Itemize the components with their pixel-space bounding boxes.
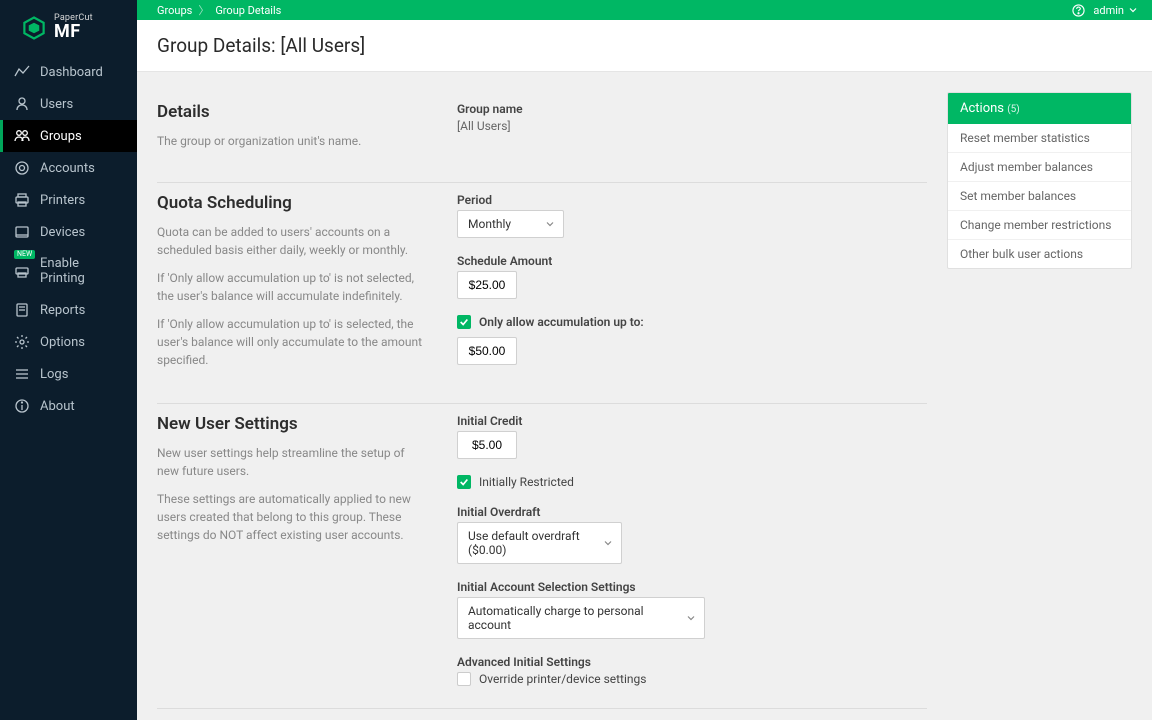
accumulation-checkbox[interactable] [457, 315, 471, 329]
initial-overdraft-label: Initial Overdraft [457, 505, 927, 519]
section-title: Details [157, 102, 427, 122]
page-title: Group Details: [All Users] [157, 34, 1132, 57]
nav-about[interactable]: About [0, 390, 137, 422]
initially-restricted-checkbox[interactable] [457, 475, 471, 489]
section-desc: Quota can be added to users' accounts on… [157, 223, 427, 259]
nav-reports[interactable]: Reports [0, 294, 137, 326]
override-printer-checkbox[interactable] [457, 672, 471, 686]
initial-overdraft-value: Use default overdraft ($0.00) [468, 529, 580, 557]
actions-count: (5) [1007, 104, 1020, 115]
nav-users[interactable]: Users [0, 88, 137, 120]
user-menu[interactable]: admin [1093, 4, 1138, 17]
nav-label: Devices [40, 225, 85, 240]
chevron-down-icon [686, 613, 696, 623]
logo: PaperCut MF [0, 0, 137, 56]
enable-printing-icon [14, 263, 30, 279]
nav-label: About [40, 399, 75, 414]
nav-label: Users [40, 97, 73, 112]
help-icon[interactable] [1072, 4, 1085, 17]
gear-icon [14, 334, 30, 350]
initial-credit-label: Initial Credit [457, 414, 927, 428]
section-new-user: New User Settings New user settings help… [157, 404, 927, 709]
users-icon [14, 96, 30, 112]
nav-devices[interactable]: Devices [0, 216, 137, 248]
breadcrumb: Groups 〉 Group Details [157, 2, 281, 18]
group-name-label: Group name [457, 102, 927, 116]
nav-groups[interactable]: Groups [0, 120, 137, 152]
breadcrumb-sep-icon: 〉 [198, 2, 209, 18]
section-title: Quota Scheduling [157, 193, 427, 213]
groups-icon [14, 128, 30, 144]
nav-dashboard[interactable]: Dashboard [0, 56, 137, 88]
nav-label: Groups [40, 129, 82, 144]
breadcrumb-current[interactable]: Group Details [215, 4, 281, 17]
printers-icon [14, 192, 30, 208]
section-details: Details The group or organization unit's… [157, 92, 927, 183]
action-set-balances[interactable]: Set member balances [948, 182, 1131, 211]
chevron-down-icon [1128, 5, 1138, 15]
actions-title: Actions [960, 101, 1004, 116]
initially-restricted-label: Initially Restricted [479, 475, 574, 489]
nav-label: Logs [40, 367, 68, 382]
actions-panel: Actions (5) Reset member statistics Adju… [947, 92, 1132, 269]
section-desc: The group or organization unit's name. [157, 132, 427, 150]
group-name-value: [All Users] [457, 119, 511, 133]
sidebar: PaperCut MF Dashboard Users Groups Accou… [0, 0, 137, 720]
accounts-icon [14, 160, 30, 176]
devices-icon [14, 224, 30, 240]
user-name: admin [1093, 4, 1124, 17]
chevron-down-icon [545, 219, 555, 229]
nav-label: Printers [40, 193, 85, 208]
action-adjust-balances[interactable]: Adjust member balances [948, 153, 1131, 182]
dashboard-icon [14, 64, 30, 80]
nav-options[interactable]: Options [0, 326, 137, 358]
schedule-amount-label: Schedule Amount [457, 254, 927, 268]
period-value: Monthly [468, 217, 511, 231]
breadcrumb-groups[interactable]: Groups [157, 4, 192, 17]
logs-icon [14, 366, 30, 382]
nav: Dashboard Users Groups Accounts Printers… [0, 56, 137, 422]
about-icon [14, 398, 30, 414]
accumulation-label: Only allow accumulation up to: [479, 315, 644, 329]
action-change-restrictions[interactable]: Change member restrictions [948, 211, 1131, 240]
account-selection-value: Automatically charge to personal account [468, 604, 644, 632]
section-desc: If 'Only allow accumulation up to' is se… [157, 315, 427, 369]
section-quota: Quota Scheduling Quota can be added to u… [157, 183, 927, 404]
period-select[interactable]: Monthly [457, 210, 564, 238]
initial-overdraft-select[interactable]: Use default overdraft ($0.00) [457, 522, 622, 564]
account-selection-select[interactable]: Automatically charge to personal account [457, 597, 705, 639]
nav-label: Options [40, 335, 85, 350]
page-header: Group Details: [All Users] [137, 20, 1152, 72]
nav-label: Reports [40, 303, 85, 318]
action-other-bulk[interactable]: Other bulk user actions [948, 240, 1131, 268]
topbar: Groups 〉 Group Details admin [137, 0, 1152, 20]
nav-label: Accounts [40, 161, 95, 176]
nav-label: Enable Printing [40, 256, 123, 286]
period-label: Period [457, 193, 927, 207]
logo-icon [20, 14, 48, 42]
nav-accounts[interactable]: Accounts [0, 152, 137, 184]
section-title: New User Settings [157, 414, 427, 434]
nav-printers[interactable]: Printers [0, 184, 137, 216]
action-reset-stats[interactable]: Reset member statistics [948, 124, 1131, 153]
advanced-initial-label: Advanced Initial Settings [457, 655, 927, 669]
reports-icon [14, 302, 30, 318]
initial-credit-input[interactable] [457, 431, 517, 459]
nav-enable-printing[interactable]: NEW Enable Printing [0, 248, 137, 294]
section-desc: New user settings help streamline the se… [157, 444, 427, 480]
nav-logs[interactable]: Logs [0, 358, 137, 390]
button-row: Cancel OK Apply [157, 709, 927, 720]
nav-label: Dashboard [40, 65, 103, 80]
accumulation-amount-input[interactable] [457, 337, 517, 365]
override-printer-label: Override printer/device settings [479, 672, 646, 686]
section-desc: These settings are automatically applied… [157, 490, 427, 544]
schedule-amount-input[interactable] [457, 271, 517, 299]
brand-big: MF [54, 23, 93, 42]
section-desc: If 'Only allow accumulation up to' is no… [157, 269, 427, 305]
new-badge: NEW [14, 250, 35, 259]
chevron-down-icon [603, 538, 613, 548]
account-selection-label: Initial Account Selection Settings [457, 580, 927, 594]
actions-header: Actions (5) [948, 93, 1131, 124]
